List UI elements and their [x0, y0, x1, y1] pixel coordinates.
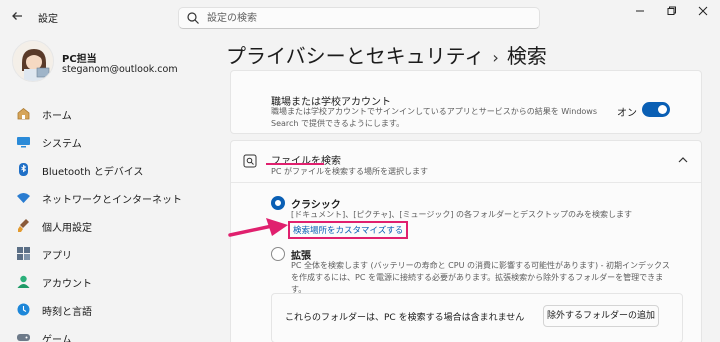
breadcrumb: プライバシーとセキュリティ › 検索 — [226, 40, 547, 69]
classic-description: [ドキュメント]、[ピクチャ]、[ミュージック] の各フォルダーとデスクトップの… — [291, 210, 633, 219]
account-icon — [16, 274, 31, 289]
sidebar-item-label: システム — [42, 139, 82, 150]
enhanced-description: PC 全体を検索します (バッテリーの寿命と CPU の消費に影響する可能性があ… — [291, 261, 670, 294]
system-icon — [16, 134, 31, 149]
sidebar-item-label: 個人用設定 — [42, 223, 92, 234]
enhanced-radio[interactable] — [271, 247, 285, 261]
search-box[interactable] — [178, 7, 540, 29]
breadcrumb-parent[interactable]: プライバシーとセキュリティ — [226, 44, 484, 68]
profile-name: PC担当 — [62, 54, 97, 65]
avatar[interactable] — [12, 40, 54, 82]
toggle-state-label: オン — [617, 108, 637, 119]
breadcrumb-separator: › — [492, 48, 499, 67]
globe-clock-icon — [16, 302, 31, 317]
wifi-icon — [16, 190, 31, 205]
sidebar-item-label: アカウント — [42, 279, 92, 290]
back-arrow-icon[interactable] — [10, 9, 24, 23]
app-title: 設定 — [38, 14, 58, 25]
title-bar: 設定 — [0, 0, 720, 34]
profile-email: steganom@outlook.com — [62, 64, 178, 75]
sidebar-item-gaming[interactable]: ゲーム — [12, 327, 198, 342]
customize-search-locations-link[interactable]: 検索場所をカスタマイズする — [288, 221, 409, 239]
sidebar-item-system[interactable]: システム — [12, 131, 198, 153]
sidebar-item-apps[interactable]: アプリ — [12, 243, 198, 265]
sidebar-item-time-language[interactable]: 時刻と言語 — [12, 299, 198, 321]
sidebar-item-accounts[interactable]: アカウント — [12, 271, 198, 293]
work-account-description: 職場または学校アカウントでサインインしているアプリとサービスからの結果を Win… — [271, 107, 598, 128]
annotation-arrow-icon — [228, 214, 290, 240]
sidebar-item-label: ゲーム — [42, 335, 72, 342]
home-icon — [16, 106, 31, 121]
search-icon — [186, 11, 200, 25]
file-search-icon — [243, 154, 257, 168]
sidebar-item-network[interactable]: ネットワークとインターネット — [12, 187, 198, 209]
minimize-icon[interactable] — [630, 6, 650, 20]
sidebar-item-label: Bluetooth とデバイス — [42, 167, 144, 178]
search-input[interactable] — [207, 10, 527, 26]
sidebar-item-label: アプリ — [42, 251, 72, 262]
toggle-knob — [658, 105, 667, 114]
classic-radio[interactable] — [271, 196, 285, 210]
exclude-folders-text: これらのフォルダーは、PC を検索する場合は含まれません — [285, 313, 525, 323]
find-files-subtitle: PC がファイルを検索する場所を選択します — [271, 167, 428, 176]
bluetooth-icon — [16, 162, 31, 177]
sidebar-item-bluetooth[interactable]: Bluetooth とデバイス — [12, 159, 198, 181]
chevron-up-icon[interactable] — [677, 155, 689, 165]
sidebar-item-label: ネットワークとインターネット — [42, 195, 182, 206]
sidebar-item-home[interactable]: ホーム — [12, 103, 198, 125]
work-account-toggle[interactable] — [642, 102, 670, 117]
highlight-underline — [266, 163, 324, 165]
brush-icon — [16, 218, 31, 233]
apps-icon — [16, 246, 31, 261]
sidebar-item-label: ホーム — [42, 111, 72, 122]
maximize-icon[interactable] — [662, 6, 682, 20]
add-excluded-folder-button[interactable]: 除外するフォルダーの追加 — [543, 305, 659, 327]
close-icon[interactable] — [693, 6, 713, 20]
game-icon — [16, 330, 31, 342]
sidebar-item-personalization[interactable]: 個人用設定 — [12, 215, 198, 237]
sidebar-item-label: 時刻と言語 — [42, 307, 92, 318]
page-title: 検索 — [506, 44, 547, 68]
